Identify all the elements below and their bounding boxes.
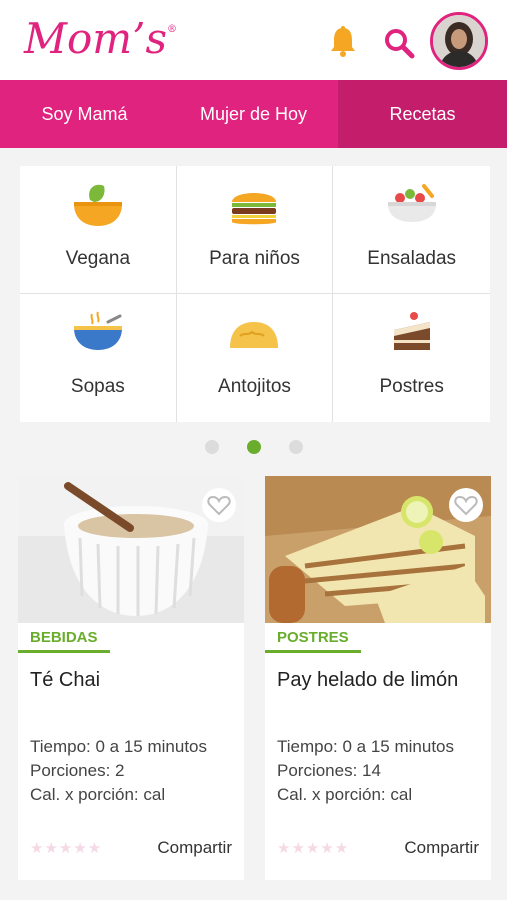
recipe-card-pay-helado-de-limon[interactable]: POSTRES Pay helado de limón Tiempo: 0 a …	[265, 476, 491, 880]
tab-recetas[interactable]: Recetas	[338, 80, 507, 148]
carousel-pagination	[0, 440, 507, 456]
recipe-category[interactable]: BEBIDAS	[18, 629, 110, 653]
category-postres[interactable]: Postres	[333, 294, 490, 422]
category-sopas[interactable]: Sopas	[20, 294, 177, 422]
page-dot-2[interactable]	[246, 440, 261, 454]
recipe-title[interactable]: Té Chai	[30, 667, 232, 725]
category-label: Para niños	[209, 248, 300, 269]
tab-mujer-de-hoy[interactable]: Mujer de Hoy	[169, 80, 338, 148]
category-label: Vegana	[65, 248, 131, 269]
search-icon[interactable]	[382, 26, 416, 60]
category-label: Postres	[379, 376, 444, 397]
category-grid: Vegana Para niños Ensaladas Sopas Antoji…	[20, 166, 490, 422]
rating-stars-icon[interactable]: ★★★★★	[30, 839, 102, 857]
taco-icon	[230, 322, 279, 348]
category-vegana[interactable]: Vegana	[20, 166, 177, 294]
recipe-card-te-chai[interactable]: BEBIDAS Té Chai Tiempo: 0 a 15 minutos P…	[18, 476, 244, 880]
recipe-meta: Tiempo: 0 a 15 minutos Porciones: 2 Cal.…	[30, 737, 208, 804]
recipe-meta: Tiempo: 0 a 15 minutos Porciones: 14 Cal…	[277, 737, 455, 804]
category-label: Sopas	[70, 376, 125, 397]
salad-icon	[387, 184, 436, 222]
page-dot-3[interactable]	[288, 440, 303, 454]
moms-logo[interactable]: Mom’s®	[24, 14, 177, 63]
app-header: Mom’s®	[0, 0, 507, 80]
rating-stars-icon[interactable]: ★★★★★	[277, 839, 349, 857]
share-button[interactable]: Compartir	[404, 838, 479, 858]
avatar[interactable]	[430, 12, 488, 70]
category-label: Ensaladas	[367, 248, 457, 269]
bell-icon[interactable]	[326, 24, 360, 58]
favorite-heart-icon[interactable]	[449, 488, 483, 522]
page-dot-1[interactable]	[204, 440, 219, 454]
recipe-category[interactable]: POSTRES	[265, 629, 361, 653]
soup-icon	[73, 311, 122, 350]
share-button[interactable]: Compartir	[157, 838, 232, 858]
vegan-bowl-icon	[73, 184, 122, 226]
recipe-image	[18, 476, 244, 623]
category-label: Antojitos	[218, 376, 291, 397]
cake-icon	[393, 312, 430, 350]
category-para-ninos[interactable]: Para niños	[176, 166, 334, 294]
favorite-heart-icon[interactable]	[202, 488, 236, 522]
section-tabs: Soy Mamá Mujer de Hoy Recetas	[0, 80, 507, 148]
burger-icon	[232, 193, 277, 225]
category-antojitos[interactable]: Antojitos	[177, 294, 334, 422]
recipe-title[interactable]: Pay helado de limón	[277, 667, 479, 725]
recipe-image	[265, 476, 491, 623]
category-ensaladas[interactable]: Ensaladas	[333, 166, 490, 294]
tab-soy-mama[interactable]: Soy Mamá	[0, 80, 169, 148]
